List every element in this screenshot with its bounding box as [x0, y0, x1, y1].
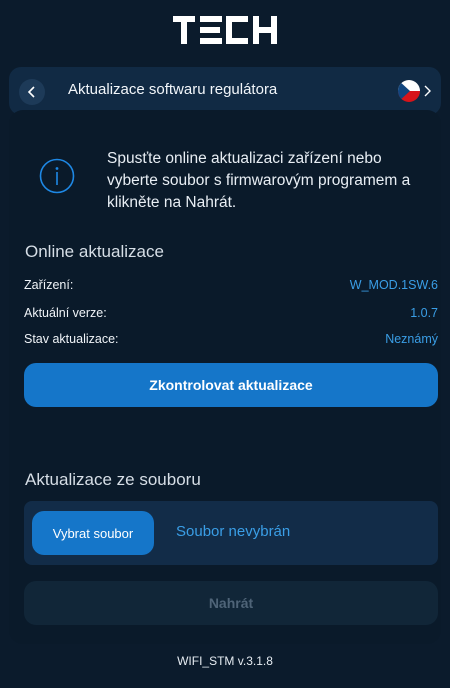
chevron-left-icon: [27, 86, 35, 98]
update-card: Spusťte online aktualizaci zařízení nebo…: [9, 110, 441, 644]
current-version-value: 1.0.7: [410, 306, 438, 320]
chevron-right-icon: [424, 85, 431, 97]
upload-button[interactable]: Nahrát: [24, 581, 438, 625]
language-selector[interactable]: [398, 80, 431, 102]
file-section-title: Aktualizace ze souboru: [25, 470, 201, 489]
back-button[interactable]: [19, 79, 45, 105]
info-text: Spusťte online aktualizaci zařízení nebo…: [107, 150, 411, 211]
file-status-text: Soubor nevybrán: [176, 523, 291, 540]
firmware-version: WIFI_STM v.3.1.8: [177, 654, 273, 668]
info-icon: [39, 158, 75, 199]
tech-logo: [0, 14, 450, 50]
file-picker: Vybrat soubor Soubor nevybrán: [24, 501, 438, 565]
device-label: Zařízení:: [24, 278, 74, 292]
current-version-label: Aktuální verze:: [24, 306, 107, 320]
page-header: Aktualizace softwaru regulátora: [9, 67, 441, 115]
online-section-title: Online aktualizace: [25, 242, 164, 261]
check-updates-button[interactable]: Zkontrolovat aktualizace: [24, 363, 438, 407]
device-value: W_MOD.1SW.6: [349, 278, 438, 292]
page-title: Aktualizace softwaru regulátora: [68, 81, 278, 98]
choose-file-button[interactable]: Vybrat soubor: [32, 511, 154, 555]
update-status-label: Stav aktualizace:: [24, 332, 119, 346]
tech-logo-mark: [173, 16, 277, 44]
cz-flag-icon: [398, 80, 420, 102]
update-status-value: Neznámý: [385, 332, 438, 346]
